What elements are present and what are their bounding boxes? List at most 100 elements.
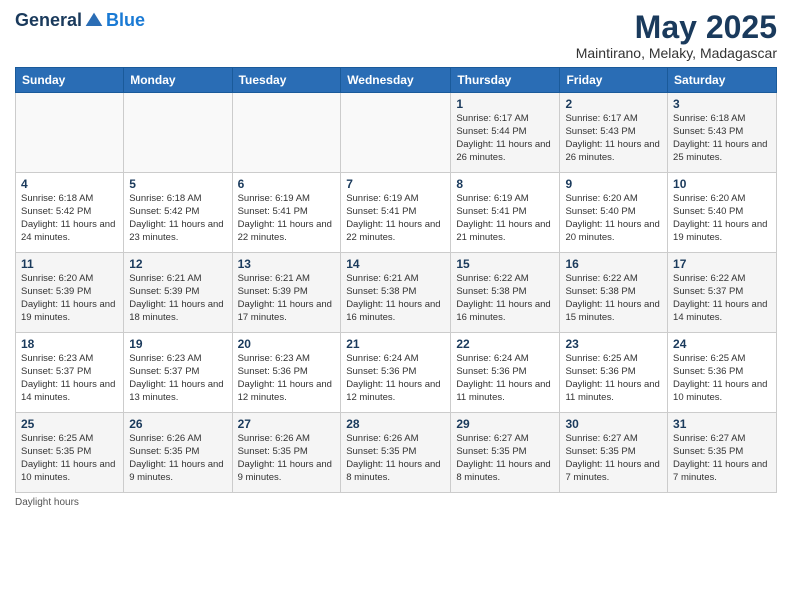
calendar-cell: 7 Sunrise: 6:19 AMSunset: 5:41 PMDaylight… [341, 173, 451, 253]
logo: General Blue [15, 10, 145, 31]
week-row-3: 11Sunrise: 6:20 AMSunset: 5:39 PMDayligh… [16, 253, 777, 333]
day-number: 23 [565, 337, 662, 351]
day-number: 13 [238, 257, 336, 271]
calendar-cell: 19Sunrise: 6:23 AMSunset: 5:37 PMDayligh… [124, 333, 232, 413]
calendar-cell: 28 Sunrise: 6:26 AMSunset: 5:35 PMDayligh… [341, 413, 451, 493]
day-info: Sunrise: 6:23 AMSunset: 5:36 PMDaylight:… [238, 353, 336, 404]
day-info: Sunrise: 6:24 AMSunset: 5:36 PMDaylight:… [346, 353, 445, 404]
calendar-cell [232, 93, 341, 173]
day-number: 28 [346, 417, 445, 431]
calendar-cell: 5 Sunrise: 6:18 AMSunset: 5:42 PMDaylight… [124, 173, 232, 253]
day-number: 6 [238, 177, 336, 191]
calendar-body: 1Sunrise: 6:17 AMSunset: 5:44 PMDaylight… [16, 93, 777, 493]
calendar-cell [16, 93, 124, 173]
logo-text: General Blue [15, 10, 145, 31]
week-row-4: 18 Sunrise: 6:23 AMSunset: 5:37 PMDayligh… [16, 333, 777, 413]
week-row-2: 4Sunrise: 6:18 AMSunset: 5:42 PMDaylight… [16, 173, 777, 253]
day-number: 7 [346, 177, 445, 191]
calendar-cell: 6 Sunrise: 6:19 AMSunset: 5:41 PMDaylight… [232, 173, 341, 253]
day-info: Sunrise: 6:22 AMSunset: 5:38 PMDaylight:… [565, 273, 662, 324]
calendar-cell: 8 Sunrise: 6:19 AMSunset: 5:41 PMDaylight… [451, 173, 560, 253]
day-number: 18 [21, 337, 118, 351]
calendar-cell: 22Sunrise: 6:24 AMSunset: 5:36 PMDayligh… [451, 333, 560, 413]
calendar-cell [341, 93, 451, 173]
calendar-cell: 15 Sunrise: 6:22 AMSunset: 5:38 PMDayligh… [451, 253, 560, 333]
day-info: Sunrise: 6:21 AMSunset: 5:39 PMDaylight:… [129, 273, 226, 324]
day-info: Sunrise: 6:18 AMSunset: 5:42 PMDaylight:… [21, 193, 118, 244]
calendar-cell: 30Sunrise: 6:27 AMSunset: 5:35 PMDayligh… [560, 413, 668, 493]
calendar-cell: 9 Sunrise: 6:20 AMSunset: 5:40 PMDaylight… [560, 173, 668, 253]
day-info: Sunrise: 6:23 AMSunset: 5:37 PMDaylight:… [129, 353, 226, 404]
logo-blue: Blue [106, 10, 145, 31]
day-number: 3 [673, 97, 771, 111]
day-info: Sunrise: 6:26 AMSunset: 5:35 PMDaylight:… [129, 433, 226, 484]
day-number: 20 [238, 337, 336, 351]
calendar-cell [124, 93, 232, 173]
day-info: Sunrise: 6:20 AMSunset: 5:40 PMDaylight:… [673, 193, 771, 244]
day-info: Sunrise: 6:25 AMSunset: 5:36 PMDaylight:… [673, 353, 771, 404]
calendar-cell: 21 Sunrise: 6:24 AMSunset: 5:36 PMDayligh… [341, 333, 451, 413]
calendar-cell: 26Sunrise: 6:26 AMSunset: 5:35 PMDayligh… [124, 413, 232, 493]
calendar-cell: 11Sunrise: 6:20 AMSunset: 5:39 PMDayligh… [16, 253, 124, 333]
calendar-subtitle: Maintirano, Melaky, Madagascar [576, 45, 777, 61]
day-info: Sunrise: 6:26 AMSunset: 5:35 PMDaylight:… [238, 433, 336, 484]
calendar-cell: 31 Sunrise: 6:27 AMSunset: 5:35 PMDayligh… [668, 413, 777, 493]
days-of-week-row: SundayMondayTuesdayWednesdayThursdayFrid… [16, 68, 777, 93]
day-info: Sunrise: 6:17 AMSunset: 5:43 PMDaylight:… [565, 113, 662, 164]
day-of-week-sunday: Sunday [16, 68, 124, 93]
title-block: May 2025 Maintirano, Melaky, Madagascar [576, 10, 777, 61]
day-info: Sunrise: 6:22 AMSunset: 5:38 PMDaylight:… [456, 273, 554, 324]
calendar-cell: 12 Sunrise: 6:21 AMSunset: 5:39 PMDayligh… [124, 253, 232, 333]
calendar-cell: 24 Sunrise: 6:25 AMSunset: 5:36 PMDayligh… [668, 333, 777, 413]
day-number: 10 [673, 177, 771, 191]
day-number: 25 [21, 417, 118, 431]
logo-icon [84, 11, 104, 31]
day-info: Sunrise: 6:18 AMSunset: 5:43 PMDaylight:… [673, 113, 771, 164]
calendar-cell: 2 Sunrise: 6:17 AMSunset: 5:43 PMDaylight… [560, 93, 668, 173]
day-info: Sunrise: 6:22 AMSunset: 5:37 PMDaylight:… [673, 273, 771, 324]
day-info: Sunrise: 6:20 AMSunset: 5:40 PMDaylight:… [565, 193, 662, 244]
day-number: 8 [456, 177, 554, 191]
day-number: 14 [346, 257, 445, 271]
calendar-cell: 23 Sunrise: 6:25 AMSunset: 5:36 PMDayligh… [560, 333, 668, 413]
day-number: 21 [346, 337, 445, 351]
calendar-cell: 10 Sunrise: 6:20 AMSunset: 5:40 PMDayligh… [668, 173, 777, 253]
day-info: Sunrise: 6:26 AMSunset: 5:35 PMDaylight:… [346, 433, 445, 484]
day-number: 24 [673, 337, 771, 351]
calendar-cell: 20 Sunrise: 6:23 AMSunset: 5:36 PMDayligh… [232, 333, 341, 413]
calendar-cell: 16 Sunrise: 6:22 AMSunset: 5:38 PMDayligh… [560, 253, 668, 333]
day-info: Sunrise: 6:27 AMSunset: 5:35 PMDaylight:… [456, 433, 554, 484]
day-info: Sunrise: 6:25 AMSunset: 5:35 PMDaylight:… [21, 433, 118, 484]
day-number: 16 [565, 257, 662, 271]
day-info: Sunrise: 6:25 AMSunset: 5:36 PMDaylight:… [565, 353, 662, 404]
day-info: Sunrise: 6:20 AMSunset: 5:39 PMDaylight:… [21, 273, 118, 324]
day-info: Sunrise: 6:19 AMSunset: 5:41 PMDaylight:… [456, 193, 554, 244]
page: General Blue May 2025 Maintirano, Melaky… [0, 0, 792, 612]
day-of-week-saturday: Saturday [668, 68, 777, 93]
day-of-week-monday: Monday [124, 68, 232, 93]
calendar-cell: 17Sunrise: 6:22 AMSunset: 5:37 PMDayligh… [668, 253, 777, 333]
footer-note: Daylight hours [15, 497, 777, 508]
day-number: 31 [673, 417, 771, 431]
day-number: 1 [456, 97, 554, 111]
calendar-cell: 18Sunrise: 6:23 AMSunset: 5:37 PMDayligh… [16, 333, 124, 413]
day-info: Sunrise: 6:18 AMSunset: 5:42 PMDaylight:… [129, 193, 226, 244]
day-of-week-tuesday: Tuesday [232, 68, 341, 93]
day-number: 30 [565, 417, 662, 431]
day-info: Sunrise: 6:27 AMSunset: 5:35 PMDaylight:… [673, 433, 771, 484]
calendar-cell: 4Sunrise: 6:18 AMSunset: 5:42 PMDaylight… [16, 173, 124, 253]
day-info: Sunrise: 6:19 AMSunset: 5:41 PMDaylight:… [238, 193, 336, 244]
day-info: Sunrise: 6:24 AMSunset: 5:36 PMDaylight:… [456, 353, 554, 404]
logo-general: General [15, 10, 82, 31]
calendar-cell: 14Sunrise: 6:21 AMSunset: 5:38 PMDayligh… [341, 253, 451, 333]
header: General Blue May 2025 Maintirano, Melaky… [15, 10, 777, 61]
day-number: 2 [565, 97, 662, 111]
day-number: 5 [129, 177, 226, 191]
calendar-title: May 2025 [576, 10, 777, 45]
week-row-5: 25 Sunrise: 6:25 AMSunset: 5:35 PMDayligh… [16, 413, 777, 493]
day-of-week-wednesday: Wednesday [341, 68, 451, 93]
day-number: 9 [565, 177, 662, 191]
day-number: 12 [129, 257, 226, 271]
day-info: Sunrise: 6:19 AMSunset: 5:41 PMDaylight:… [346, 193, 445, 244]
day-number: 15 [456, 257, 554, 271]
